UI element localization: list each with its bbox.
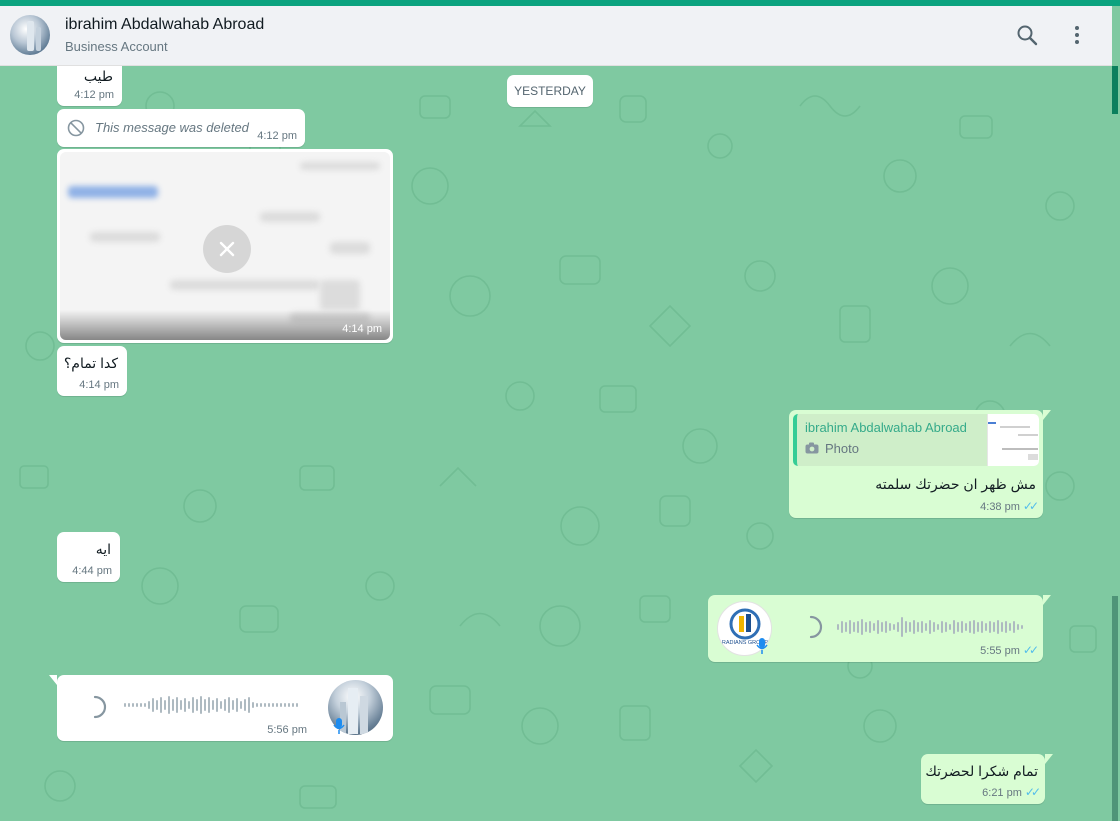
message-meta: 5:55 pm ✓✓	[980, 643, 1039, 657]
message-meta: 4:38 pm ✓✓	[980, 499, 1039, 513]
message-bubble-incoming[interactable]: طيب 4:12 pm	[57, 66, 122, 106]
message-time: 4:12 pm	[74, 89, 114, 101]
quoted-message[interactable]: ibrahim Abdalwahab Abroad Photo	[793, 414, 1039, 466]
message-time: 4:44 pm	[72, 565, 112, 577]
date-divider: YESTERDAY	[507, 75, 593, 107]
quoted-thumbnail	[987, 414, 1039, 466]
kebab-menu-icon[interactable]	[1065, 23, 1089, 47]
contact-subtitle: Business Account	[65, 39, 168, 54]
quoted-type: Photo	[825, 441, 859, 456]
mic-icon	[333, 718, 345, 734]
search-icon[interactable]	[1015, 23, 1039, 47]
voice-waveform[interactable]	[836, 617, 1026, 637]
message-text: طيب	[83, 68, 113, 84]
deleted-message[interactable]: This message was deleted 4:12 pm	[57, 109, 305, 147]
ban-icon	[67, 119, 85, 137]
message-time: 4:14 pm	[79, 379, 119, 391]
contact-name[interactable]: ibrahim Abdalwahab Abroad	[65, 16, 264, 34]
message-time: 6:21 pm	[982, 787, 1022, 799]
message-text: تمام شكرا لحضرتك	[925, 763, 1038, 779]
scrollbar-region[interactable]	[1112, 596, 1118, 821]
message-time: 5:55 pm	[980, 645, 1020, 657]
scrollbar-thumb[interactable]	[1112, 66, 1118, 114]
deleted-message-text: This message was deleted	[95, 120, 249, 135]
message-time: 4:12 pm	[257, 130, 297, 142]
message-time: 4:38 pm	[980, 501, 1020, 513]
message-bubble-incoming[interactable]: كدا تمام؟ 4:14 pm	[57, 346, 127, 396]
quoted-sender: ibrahim Abdalwahab Abroad	[805, 420, 967, 435]
message-time: 5:56 pm	[267, 724, 307, 736]
loading-spinner-icon[interactable]	[799, 615, 823, 639]
message-bubble-incoming[interactable]: ايه 4:44 pm	[57, 532, 120, 582]
message-time: 4:14 pm	[342, 323, 382, 335]
voice-waveform[interactable]	[123, 695, 303, 715]
message-bubble-outgoing[interactable]: تمام شكرا لحضرتك 6:21 pm ✓✓	[921, 754, 1053, 804]
message-text: ايه	[95, 541, 111, 557]
message-bubble-outgoing[interactable]: ibrahim Abdalwahab Abroad Photo مش ظهر ا…	[789, 410, 1051, 518]
image-message[interactable]: 4:14 pm	[57, 149, 393, 343]
blurred-image-preview[interactable]: 4:14 pm	[60, 152, 390, 340]
read-ticks-icon: ✓✓	[1022, 643, 1039, 657]
loading-spinner-icon[interactable]	[83, 695, 107, 719]
mic-icon	[756, 638, 768, 654]
close-icon[interactable]	[203, 225, 251, 273]
read-ticks-icon: ✓✓	[1024, 785, 1041, 799]
voice-message-incoming[interactable]: 5:56 pm	[49, 675, 393, 741]
camera-icon	[805, 442, 819, 454]
message-text: كدا تمام؟	[63, 355, 118, 371]
message-meta: 6:21 pm ✓✓	[982, 785, 1041, 799]
contact-avatar[interactable]	[10, 15, 50, 55]
message-text: مش ظهر ان حضرتك سلمته	[875, 476, 1036, 492]
message-list[interactable]: YESTERDAY طيب 4:12 pm This message was d…	[0, 66, 1112, 821]
read-ticks-icon: ✓✓	[1022, 499, 1039, 513]
chat-header: ibrahim Abdalwahab Abroad Business Accou…	[0, 6, 1112, 66]
voice-message-outgoing[interactable]: RADIANS GROUP 5:55 pm ✓✓	[708, 595, 1051, 662]
